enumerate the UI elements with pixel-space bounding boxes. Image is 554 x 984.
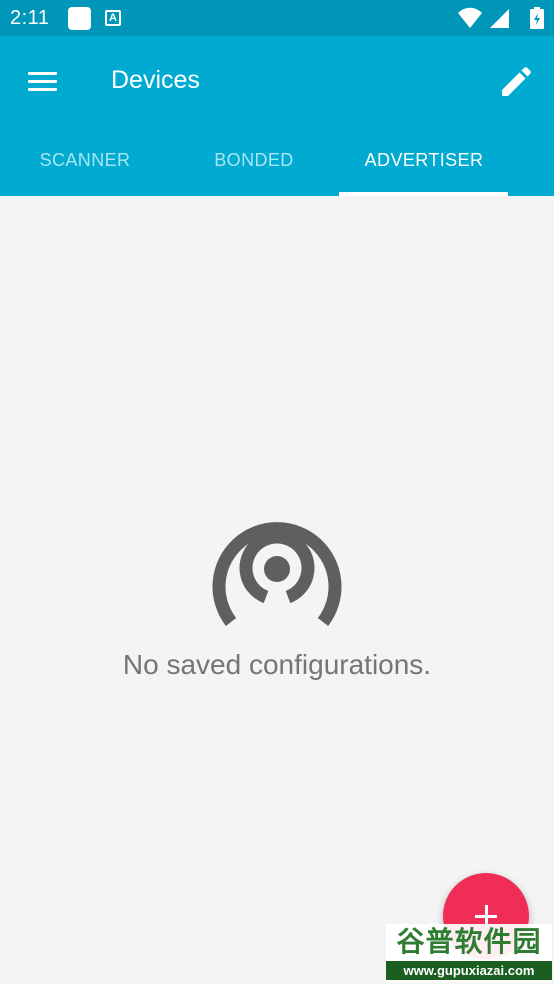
notification-app-icon: [68, 7, 91, 30]
tab-bar: SCANNER BONDED ADVERTISER: [0, 132, 554, 196]
notification-a-icon: A: [105, 10, 121, 26]
empty-state-message: No saved configurations.: [122, 649, 432, 680]
tab-bonded[interactable]: BONDED: [169, 132, 339, 196]
battery-icon: [530, 7, 544, 29]
empty-state: No saved configurations.: [0, 196, 554, 984]
watermark-url: www.gupuxiazai.com: [386, 961, 552, 980]
edit-pencil-icon[interactable]: [492, 58, 540, 106]
advertising-broadcast-icon: [212, 522, 342, 626]
page-title: Devices: [111, 66, 200, 94]
watermark-title: 谷普软件园: [396, 926, 542, 957]
signal-icon: [490, 9, 509, 28]
tab-advertiser[interactable]: ADVERTISER: [339, 132, 509, 196]
hamburger-menu-icon[interactable]: [18, 60, 66, 102]
watermark: 谷普软件园 www.gupuxiazai.com: [386, 924, 552, 982]
status-time: 2:11: [10, 7, 50, 29]
app-bar: Devices SCANNER BONDED ADVERTISER: [0, 36, 554, 196]
wifi-icon: [458, 7, 482, 28]
tab-scanner[interactable]: SCANNER: [0, 132, 170, 196]
status-bar: 2:11 A: [0, 0, 554, 36]
